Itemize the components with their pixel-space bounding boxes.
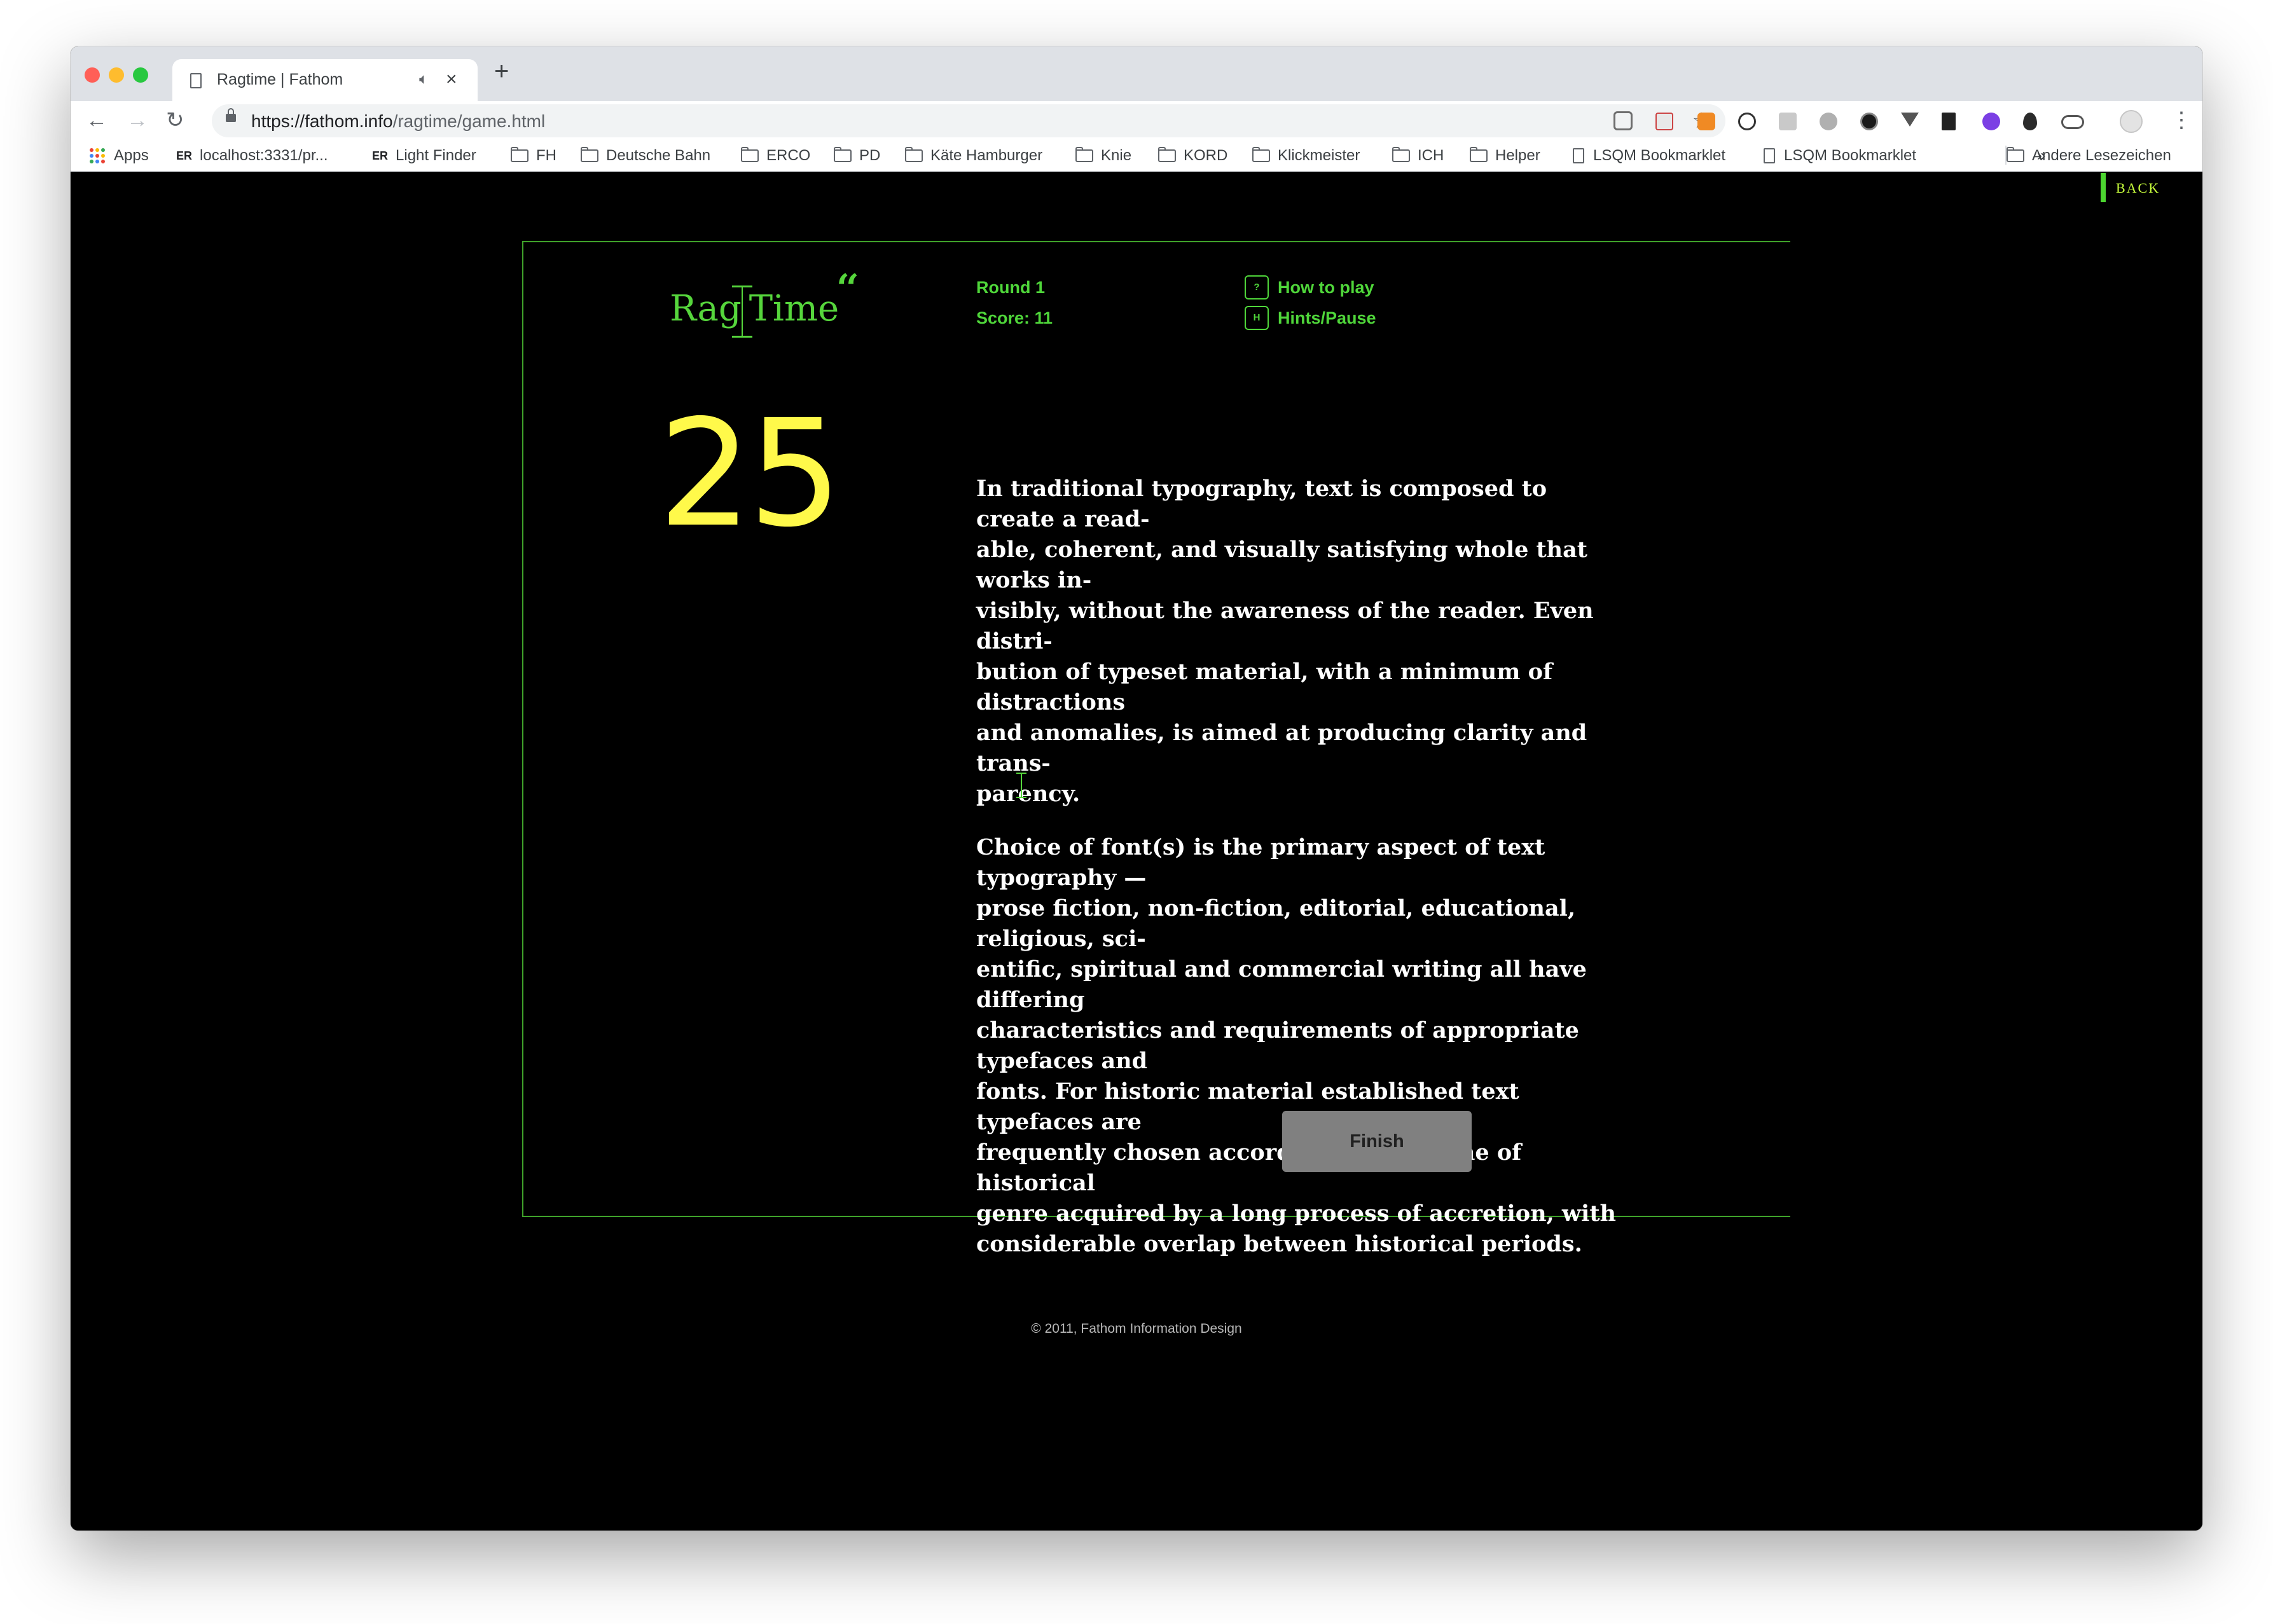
extension-purple-icon[interactable] (1982, 113, 2000, 130)
close-tab-icon[interactable]: × (446, 69, 457, 90)
bookmark-other[interactable]: Andere Lesezeichen (2007, 147, 2171, 165)
hints-pause-link[interactable]: H Hints/Pause (1245, 306, 1376, 330)
profile-avatar-icon[interactable] (2120, 110, 2143, 133)
extension-info-icon[interactable] (1738, 113, 1756, 130)
er-icon: ER (176, 149, 193, 162)
tab-title: Ragtime | Fathom (217, 71, 343, 88)
bookmark-folder-ich[interactable]: ICH (1392, 147, 1444, 165)
bookmark-folder-pd[interactable]: PD (834, 147, 880, 165)
extension-v-icon[interactable] (1901, 113, 1919, 127)
tab-strip: Ragtime | Fathom 🔈︎ × + (71, 46, 2202, 101)
folder-icon (1158, 147, 1176, 162)
bookmark-folder-deutsche-bahn[interactable]: Deutsche Bahn (581, 147, 710, 165)
bookmark-folder-knie[interactable]: Knie (1075, 147, 1131, 165)
bookmark-light-finder[interactable]: ER Light Finder (372, 147, 476, 165)
folder-icon (581, 147, 598, 162)
folder-icon (511, 147, 529, 162)
page-icon (1764, 148, 1775, 163)
bookmark-lsqm-2[interactable]: LSQM Bookmarklet (1764, 147, 1916, 165)
back-arrow-icon[interactable]: ← (86, 107, 107, 133)
folder-icon (834, 147, 852, 162)
forward-arrow-icon[interactable]: → (127, 107, 148, 133)
bookmark-folder-klickmeister[interactable]: Klickmeister (1252, 147, 1360, 165)
url-text[interactable]: https://fathom.info/ragtime/game.html (251, 111, 545, 132)
copyright-footer: © 2011, Fathom Information Design (1031, 1321, 1242, 1336)
extension-circle-icon[interactable] (1820, 113, 1837, 130)
er-icon: ER (372, 149, 389, 162)
bookmark-folder-kord[interactable]: KORD (1158, 147, 1227, 165)
logo-word-rag: Rag (670, 288, 742, 329)
close-window-button[interactable] (85, 67, 100, 83)
tab-ragtime[interactable]: Ragtime | Fathom 🔈︎ × (172, 59, 478, 101)
folder-icon (1470, 147, 1488, 162)
extension-grey-icon[interactable] (1779, 113, 1797, 130)
bookmark-folder-fh[interactable]: FH (511, 147, 556, 165)
paragraph-2: Choice of font(s) is the primary aspect … (976, 834, 1616, 1257)
extension-drop-icon[interactable] (2023, 113, 2037, 130)
maximize-window-button[interactable] (133, 67, 148, 83)
extension-orange-icon[interactable] (1697, 113, 1715, 130)
bookmark-folder-helper[interactable]: Helper (1470, 147, 1540, 165)
text-cursor-icon (1016, 773, 1026, 798)
back-link[interactable]: BACK (2101, 173, 2160, 202)
countdown-timer: 25 (658, 388, 842, 560)
score-indicator: Score: 11 (976, 308, 1053, 327)
logo-word-time: Time (749, 288, 839, 329)
speaker-icon[interactable]: 🔈︎ (419, 71, 428, 88)
page-content: BACK Rag Time ‘‘ Round 1 Score: 11 ? How … (71, 172, 2202, 1531)
extension-dark-icon[interactable] (1860, 113, 1878, 130)
text-cursor-icon (732, 286, 752, 338)
bookmark-lsqm-1[interactable]: LSQM Bookmarklet (1573, 147, 1725, 165)
finish-button[interactable]: Finish (1282, 1111, 1472, 1172)
page-icon (190, 73, 202, 88)
question-key-icon: ? (1245, 275, 1269, 299)
folder-icon (905, 147, 923, 162)
bookmark-apps[interactable]: Apps (90, 147, 149, 165)
extension-pin-icon[interactable] (1942, 113, 1956, 130)
folder-icon (1075, 147, 1093, 162)
folder-icon (1252, 147, 1270, 162)
bookmark-localhost[interactable]: ER localhost:3331/pr... (176, 147, 328, 165)
h-key-icon: H (1245, 306, 1269, 330)
how-to-play-link[interactable]: ? How to play (1245, 275, 1374, 299)
minimize-window-button[interactable] (109, 67, 124, 83)
browser-toolbar: ← → ↻ https://fathom.info/ragtime/game.h… (71, 101, 2202, 142)
cloud-icon[interactable] (2061, 115, 2084, 129)
browser-menu-icon[interactable]: ⋮ (2171, 109, 2192, 132)
bookmarks-bar: Apps ER localhost:3331/pr... ER Light Find… (71, 142, 2202, 172)
apps-icon (90, 148, 105, 163)
folder-icon (1392, 147, 1410, 162)
browser-window: Ragtime | Fathom 🔈︎ × + ← → ↻ https://fa… (71, 46, 2202, 1531)
folder-icon (741, 147, 759, 162)
paragraph-1: In traditional typography, text is compo… (976, 476, 1594, 807)
bookmark-folder-kaete-hamburger[interactable]: Käte Hamburger (905, 147, 1042, 165)
folder-icon (2007, 147, 2024, 162)
round-indicator: Round 1 (976, 278, 1045, 297)
reload-icon[interactable]: ↻ (166, 107, 184, 133)
game-board: Rag Time ‘‘ Round 1 Score: 11 ? How to pl… (522, 241, 1790, 1257)
address-bar[interactable]: https://fathom.info/ragtime/game.html ☆ (212, 104, 1725, 137)
logo-quote-mark: ‘‘ (836, 266, 859, 311)
new-tab-button[interactable]: + (494, 58, 509, 84)
extension-recycle-icon[interactable] (1613, 111, 1633, 130)
lock-icon (226, 108, 236, 122)
bookmark-folder-erco[interactable]: ERCO (741, 147, 810, 165)
extension-calendar-icon[interactable] (1655, 113, 1673, 130)
page-icon (1573, 148, 1584, 163)
ragtime-logo: Rag Time ‘‘ (670, 266, 873, 344)
